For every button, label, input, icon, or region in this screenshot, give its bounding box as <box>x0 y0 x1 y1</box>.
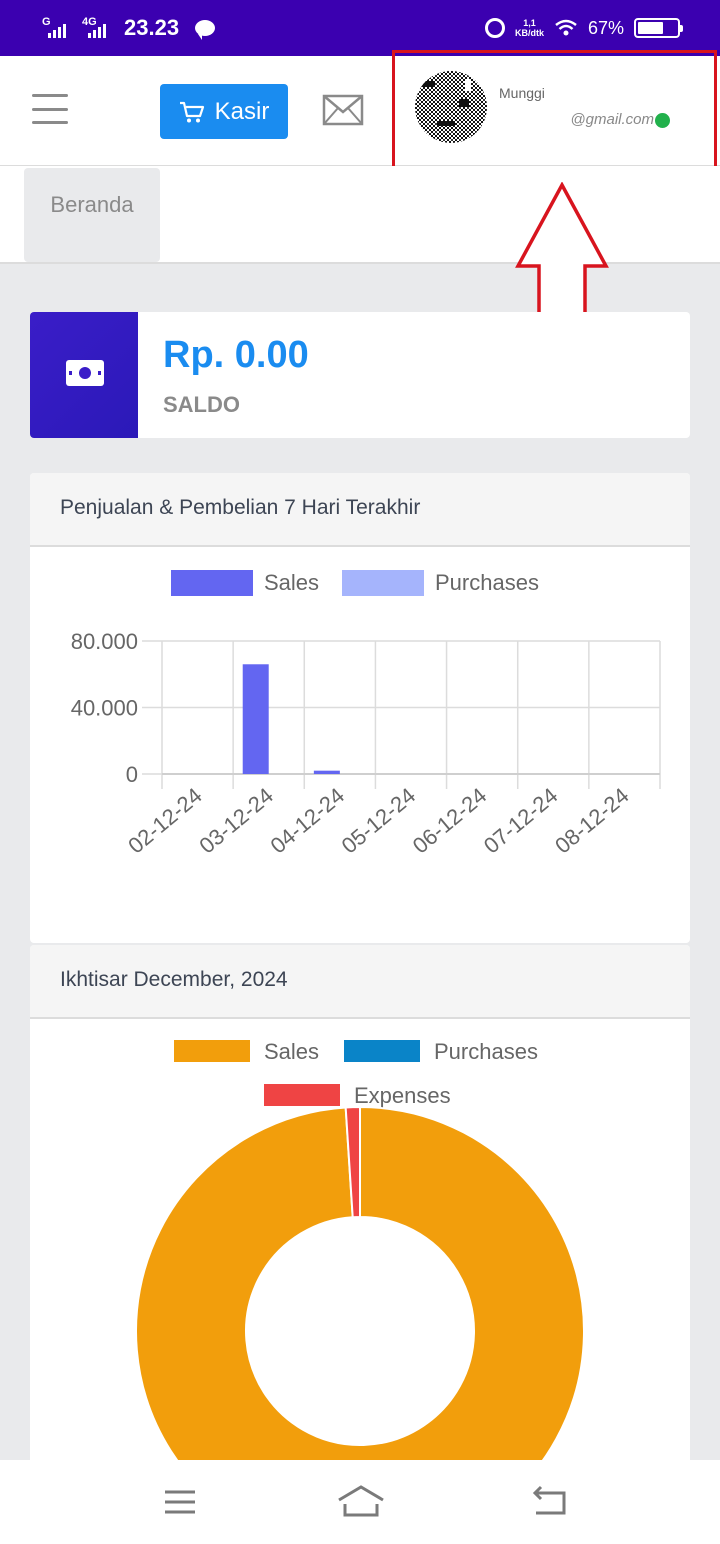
legend-swatch-sales <box>171 570 253 596</box>
navigation-bar <box>0 1460 720 1544</box>
x-tick-label: 07-12-24 <box>479 783 563 859</box>
y-tick-label: 40.000 <box>71 696 138 721</box>
avatar-image <box>415 71 487 143</box>
weekly-chart-card: Penjualan & Pembelian 7 Hari Terakhir Sa… <box>30 473 690 943</box>
alarm-icon <box>484 18 505 38</box>
summary-chart-card: Ikhtisar December, 2024 Sales Purchases Ex… <box>30 945 690 1544</box>
kasir-button-label: Kasir <box>214 97 270 125</box>
bar-sales-04-12-24 <box>313 770 340 774</box>
battery-icon <box>634 18 683 38</box>
x-tick-label: 02-12-24 <box>123 783 207 859</box>
tab-bar: Beranda <box>0 166 720 264</box>
legend-swatch-sales <box>174 1040 250 1062</box>
bar-sales-03-12-24 <box>242 664 269 774</box>
mail-icon[interactable] <box>322 94 364 126</box>
message-notification-icon <box>195 20 216 40</box>
y-tick-label: 80.000 <box>71 629 138 654</box>
weekly-chart-title: Penjualan & Pembelian 7 Hari Terakhir <box>30 473 690 547</box>
status-left: G 4G 23.23 <box>40 12 216 44</box>
legend-label-sales: Sales <box>264 1039 319 1064</box>
menu-icon[interactable] <box>158 1482 202 1522</box>
clock: 23.23 <box>124 15 180 40</box>
weekly-bar-chart: Sales Purchases 0 40.000 80.000 02-12-2403-12… <box>71 570 661 859</box>
legend-swatch-purchases <box>344 1040 420 1062</box>
profile-email: @gmail.com <box>570 111 654 128</box>
network-speed-unit: KB/dtk <box>514 28 544 38</box>
y-tick-label: 0 <box>126 762 138 787</box>
legend-label-purchases: Purchases <box>434 1039 538 1064</box>
cart-icon <box>179 101 204 122</box>
saldo-icon-box <box>30 312 138 438</box>
battery-fill <box>638 22 664 34</box>
status-bar: G 4G 23.23 1,1 KB/dtk 67% <box>0 0 720 56</box>
sidebar-toggle-icon[interactable] <box>32 94 68 124</box>
avatar <box>415 71 487 143</box>
summary-chart-title: Ikhtisar December, 2024 <box>30 945 690 1019</box>
legend-label-sales: Sales <box>264 570 319 595</box>
money-icon <box>66 360 104 386</box>
saldo-label: SALDO <box>163 392 240 417</box>
saldo-amount: Rp. 0.00 <box>163 334 309 376</box>
network-speed-value: 1,1 <box>523 18 536 28</box>
kasir-button[interactable]: Kasir <box>160 84 288 139</box>
app-header: Kasir Munggi @gmail.com <box>0 50 720 170</box>
legend-label-purchases: Purchases <box>435 570 539 595</box>
x-tick-label: 08-12-24 <box>550 783 634 859</box>
x-tick-label: 05-12-24 <box>337 783 421 859</box>
signal-icon-2: 4G <box>80 14 110 42</box>
battery-percent: 67% <box>587 17 624 38</box>
network-speed: 1,1 KB/dtk <box>515 18 544 38</box>
legend-swatch-expenses <box>264 1084 340 1106</box>
legend-label-expenses: Expenses <box>354 1083 451 1108</box>
home-icon[interactable] <box>336 1482 386 1522</box>
status-right: 1,1 KB/dtk 67% <box>484 12 683 44</box>
x-tick-label: 04-12-24 <box>266 783 350 859</box>
x-tick-label: 03-12-24 <box>194 783 278 859</box>
tab-beranda[interactable]: Beranda <box>24 168 160 262</box>
back-icon[interactable] <box>528 1482 572 1522</box>
wifi-icon <box>555 19 577 36</box>
online-status-indicator <box>655 113 670 128</box>
x-tick-label: 06-12-24 <box>408 783 492 859</box>
signal-icon: G <box>40 14 70 42</box>
legend-swatch-purchases <box>342 570 424 596</box>
profile-name: Munggi <box>499 85 545 101</box>
user-profile[interactable]: Munggi @gmail.com <box>392 50 717 170</box>
saldo-card: Rp. 0.00 SALDO <box>30 312 690 438</box>
